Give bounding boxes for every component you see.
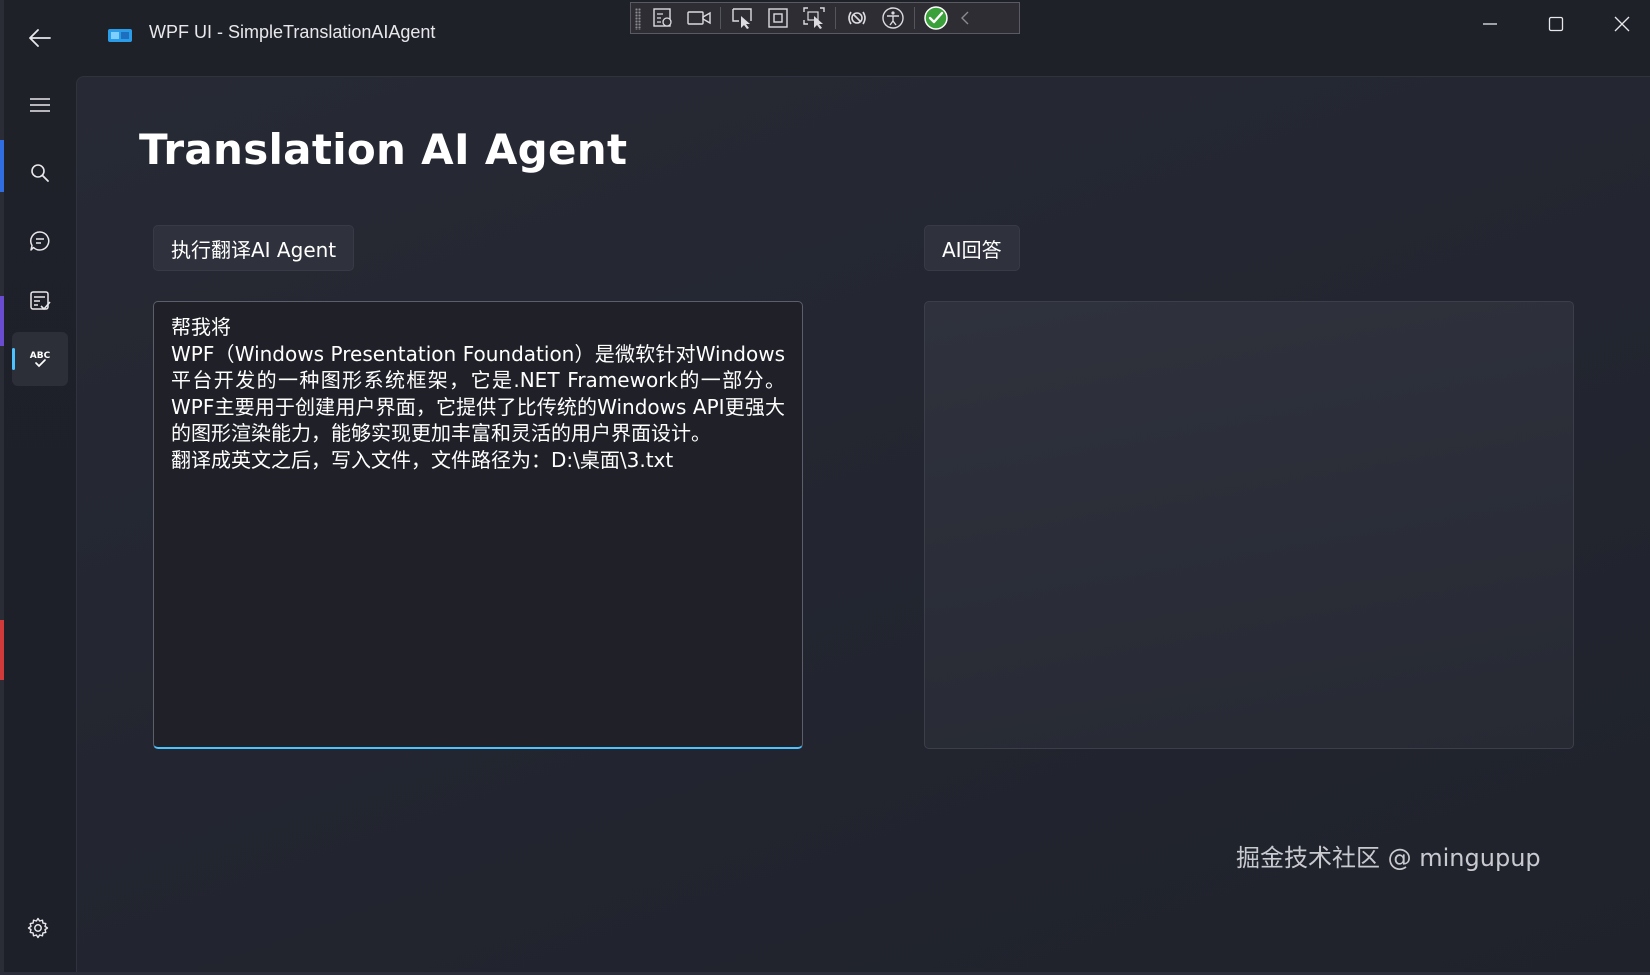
- gear-icon: [27, 917, 49, 939]
- task-list-icon: [30, 291, 51, 311]
- active-indicator: [12, 348, 15, 370]
- nav-toggle-button[interactable]: [12, 78, 68, 132]
- chat-icon: [30, 231, 50, 251]
- select-element-button[interactable]: [724, 3, 760, 33]
- hot-reload-button[interactable]: [918, 3, 954, 33]
- record-icon: [687, 11, 711, 25]
- accessibility-icon: [882, 7, 904, 29]
- nav-item-tasks[interactable]: [12, 274, 68, 328]
- track-focus-button[interactable]: [796, 3, 832, 33]
- maximize-icon: [1548, 16, 1564, 32]
- debug-toolbar: [630, 2, 1020, 34]
- navigation-pane: ABC: [4, 74, 74, 975]
- watermark: 掘金技术社区 @ mingupup: [1236, 844, 1541, 872]
- binding-failures-button[interactable]: [839, 3, 875, 33]
- live-visual-tree-icon: [653, 8, 672, 27]
- display-layout-adorners-icon: [768, 8, 788, 28]
- nav-search-button[interactable]: [12, 146, 68, 200]
- nav-item-chat[interactable]: [12, 214, 68, 268]
- run-translation-agent-button[interactable]: 执行翻译AI Agent: [153, 225, 355, 271]
- app-window: WPF UI - SimpleTranslationAIAgent ABC Tr…: [0, 0, 1650, 975]
- ai-answer-output[interactable]: [924, 301, 1574, 749]
- select-element-icon: [732, 8, 752, 29]
- binding-failures-icon: [848, 11, 866, 25]
- display-layout-adorners-button[interactable]: [760, 3, 796, 33]
- back-button[interactable]: [20, 20, 60, 56]
- collapse-chevron-icon: [961, 11, 969, 25]
- track-focus-icon: [803, 7, 825, 29]
- search-icon: [31, 164, 49, 182]
- toolbar-separator: [835, 7, 836, 29]
- record-button[interactable]: [681, 3, 717, 33]
- toolbar-grip[interactable]: [635, 8, 641, 30]
- minimize-icon: [1483, 23, 1497, 25]
- arrow-left-icon: [29, 29, 51, 47]
- toolbar-separator: [720, 7, 721, 29]
- prompt-input[interactable]: [153, 301, 803, 749]
- nav-item-translation[interactable]: ABC: [12, 332, 68, 386]
- collapse-toolbar-button[interactable]: [954, 3, 976, 33]
- app-icon: [108, 28, 132, 44]
- settings-button[interactable]: [20, 910, 56, 946]
- toolbar-separator: [914, 7, 915, 29]
- spellcheck-abc-icon: ABC: [30, 351, 51, 368]
- hamburger-menu-icon: [30, 98, 50, 112]
- page-title: Translation AI Agent: [139, 125, 628, 174]
- maximize-button[interactable]: [1528, 6, 1584, 42]
- minimize-button[interactable]: [1462, 6, 1518, 42]
- window-title: WPF UI - SimpleTranslationAIAgent: [149, 22, 436, 42]
- svg-text:ABC: ABC: [30, 351, 51, 361]
- hot-reload-check-icon: [924, 6, 948, 30]
- close-button[interactable]: [1594, 6, 1650, 42]
- live-visual-tree-button[interactable]: [645, 3, 681, 33]
- ai-answer-button[interactable]: AI回答: [924, 225, 1020, 271]
- accessibility-button[interactable]: [875, 3, 911, 33]
- close-icon: [1614, 16, 1630, 32]
